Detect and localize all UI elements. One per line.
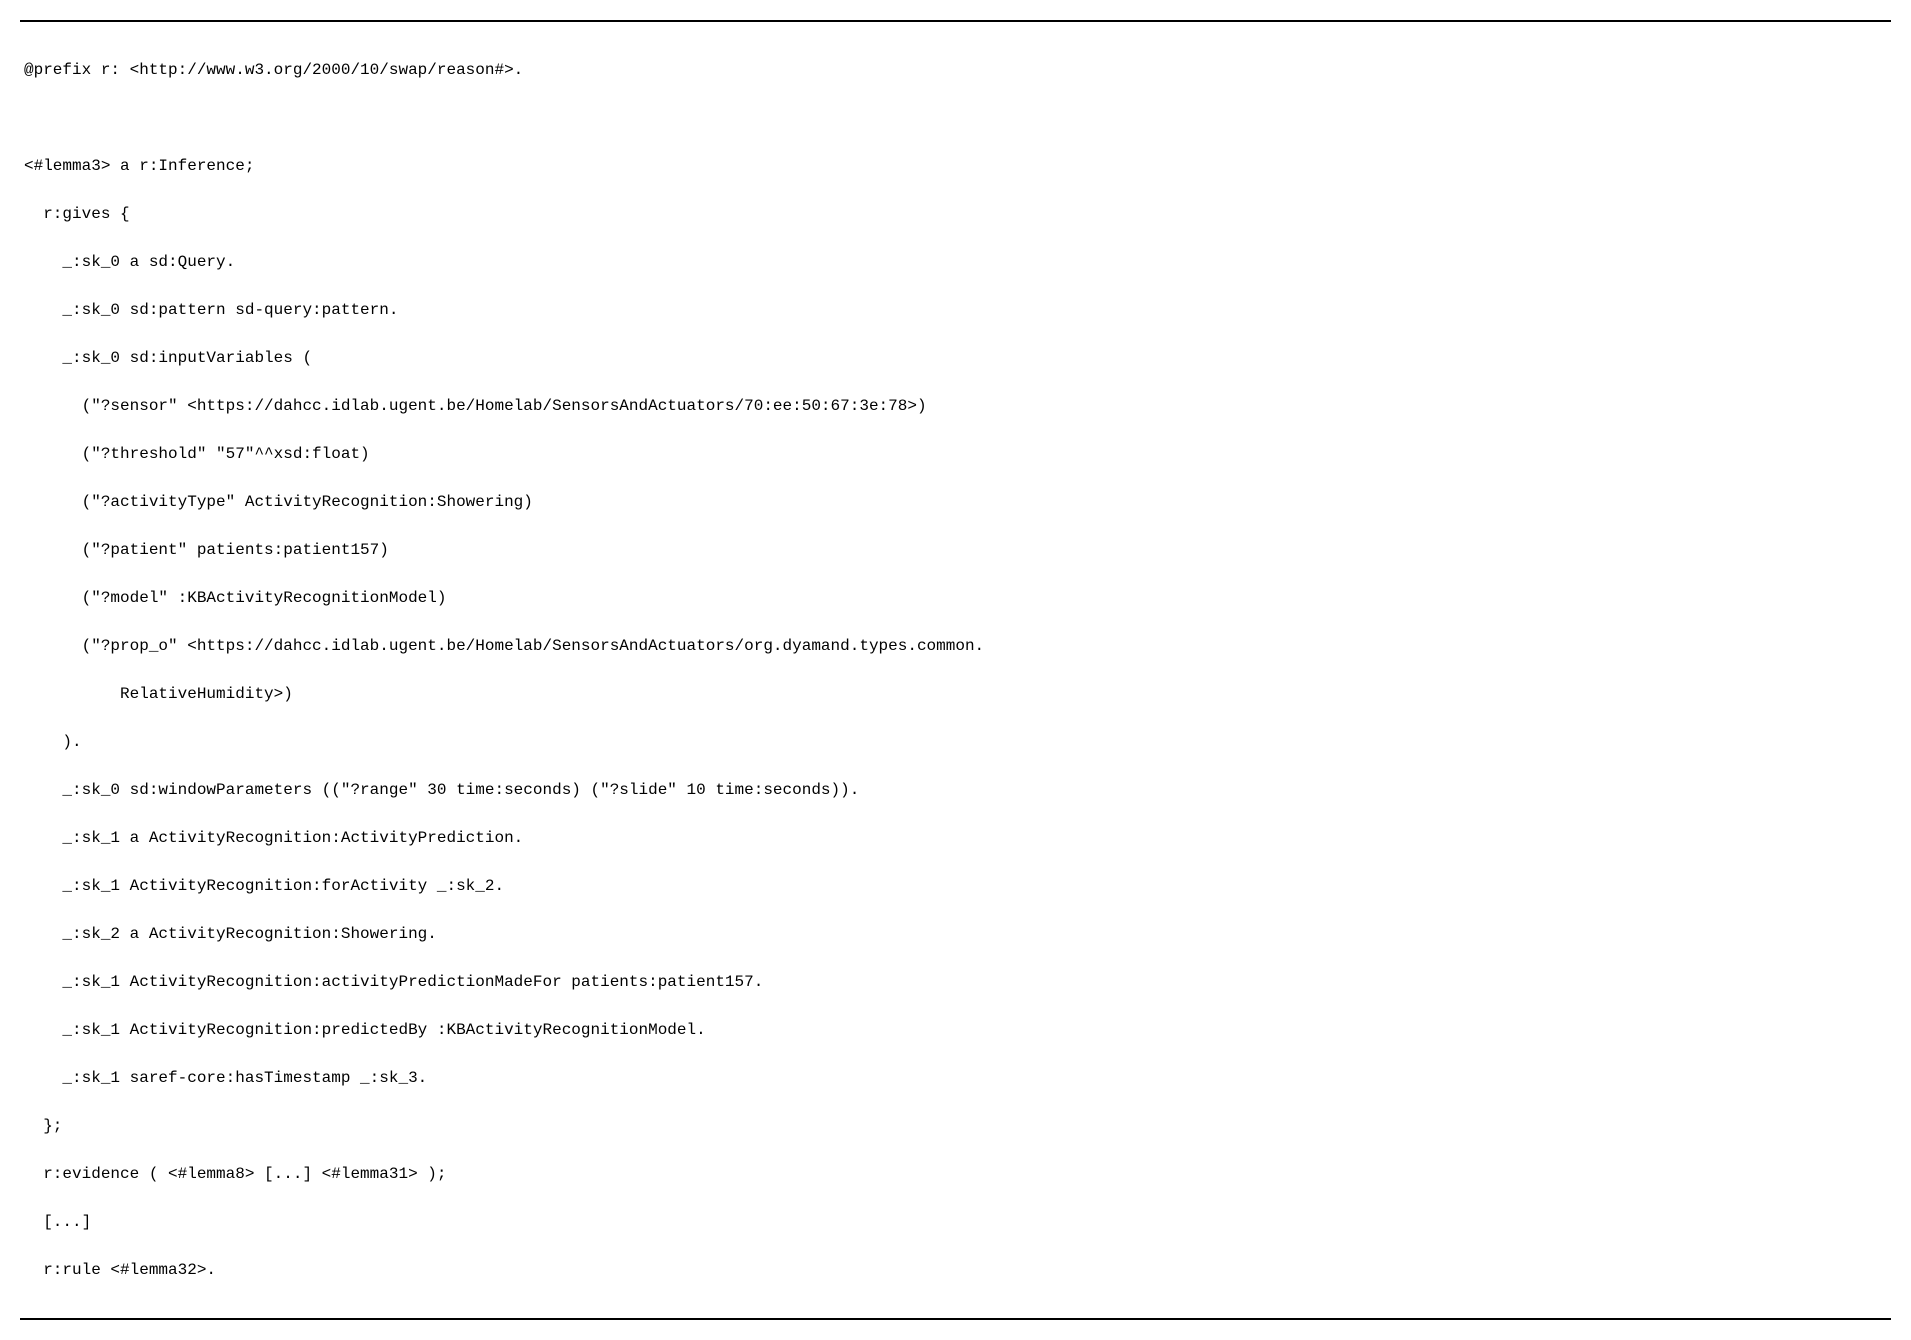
code-line: ).: [62, 730, 1887, 754]
code-line: _:sk_1 saref-core:hasTimestamp _:sk_3.: [62, 1066, 1887, 1090]
blank-line: [24, 106, 1887, 130]
code-line: ("?activityType" ActivityRecognition:Sho…: [82, 490, 1887, 514]
code-line: _:sk_0 sd:windowParameters (("?range" 30…: [62, 778, 1887, 802]
code-line: ("?prop_o" <https://dahcc.idlab.ugent.be…: [82, 634, 1887, 658]
code-line: <#lemma3> a r:Inference;: [24, 154, 1887, 178]
code-line: ("?sensor" <https://dahcc.idlab.ugent.be…: [82, 394, 1887, 418]
code-line: _:sk_1 ActivityRecognition:activityPredi…: [62, 970, 1887, 994]
code-line: _:sk_0 sd:inputVariables (: [62, 346, 1887, 370]
code-line: RelativeHumidity>): [120, 682, 1887, 706]
code-line: ("?model" :KBActivityRecognitionModel): [82, 586, 1887, 610]
code-listing: @prefix r: <http://www.w3.org/2000/10/sw…: [20, 20, 1891, 1320]
code-line: [...]: [43, 1210, 1887, 1234]
code-line: r:evidence ( <#lemma8> [...] <#lemma31> …: [43, 1162, 1887, 1186]
code-line: ("?patient" patients:patient157): [82, 538, 1887, 562]
code-line: _:sk_1 ActivityRecognition:predictedBy :…: [62, 1018, 1887, 1042]
code-line: r:rule <#lemma32>.: [43, 1258, 1887, 1282]
code-line: };: [43, 1114, 1887, 1138]
code-line: ("?threshold" "57"^^xsd:float): [82, 442, 1887, 466]
code-line: _:sk_2 a ActivityRecognition:Showering.: [62, 922, 1887, 946]
code-line: _:sk_0 sd:pattern sd-query:pattern.: [62, 298, 1887, 322]
code-line: _:sk_1 ActivityRecognition:forActivity _…: [62, 874, 1887, 898]
code-line: @prefix r: <http://www.w3.org/2000/10/sw…: [24, 58, 1887, 82]
code-line: r:gives {: [43, 202, 1887, 226]
code-line: _:sk_1 a ActivityRecognition:ActivityPre…: [62, 826, 1887, 850]
code-line: _:sk_0 a sd:Query.: [62, 250, 1887, 274]
